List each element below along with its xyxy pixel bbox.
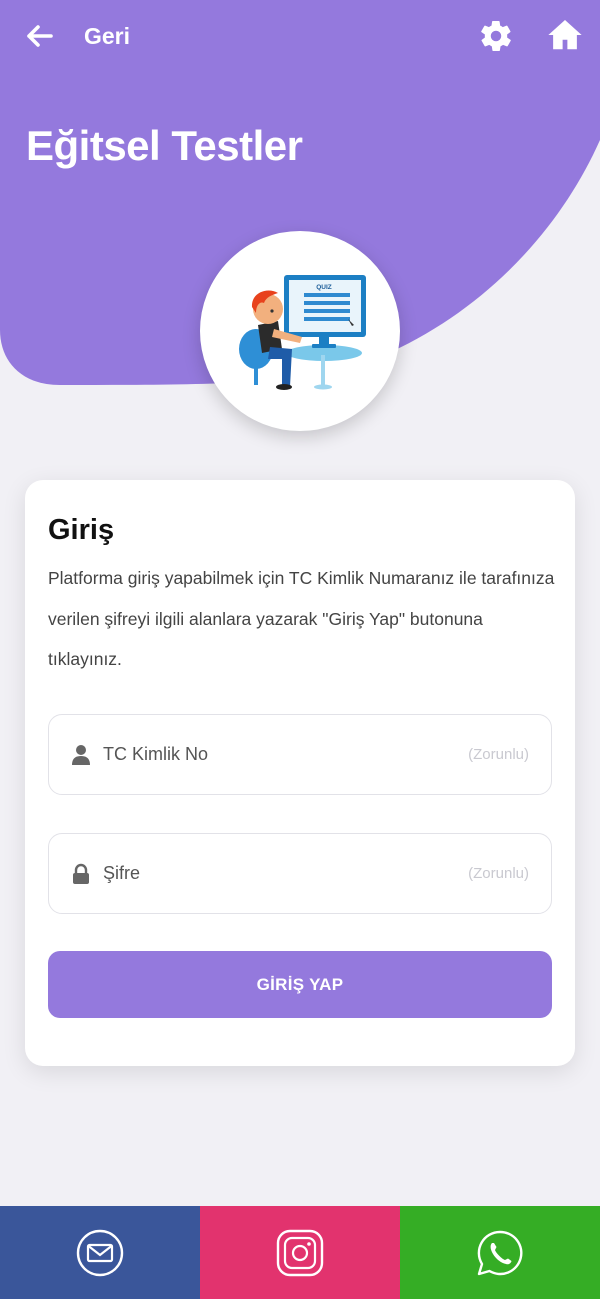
- tc-kimlik-field[interactable]: (Zorunlu): [48, 714, 552, 795]
- page-title: Eğitsel Testler: [26, 122, 303, 169]
- whatsapp-button[interactable]: [400, 1206, 600, 1299]
- login-description: Platforma giriş yapabilmek için TC Kimli…: [48, 568, 555, 669]
- mail-icon: [76, 1229, 124, 1276]
- home-button[interactable]: [546, 16, 584, 54]
- instagram-button[interactable]: [200, 1206, 400, 1299]
- footer-bar: [0, 1206, 600, 1299]
- login-title: Giriş: [48, 514, 115, 546]
- password-input[interactable]: [103, 853, 443, 894]
- quiz-student-illustration: QUIZ: [239, 275, 366, 390]
- top-bar: Geri: [0, 0, 600, 72]
- login-submit-button[interactable]: GİRİŞ YAP: [48, 951, 552, 1018]
- back-label: Geri: [84, 22, 131, 49]
- quiz-screen-label: QUIZ: [316, 284, 332, 291]
- tc-kimlik-input[interactable]: [103, 734, 443, 775]
- lock-icon: [73, 863, 89, 884]
- password-field[interactable]: (Zorunlu): [48, 833, 552, 914]
- mail-button[interactable]: [0, 1206, 200, 1299]
- arrow-left-icon: [27, 25, 53, 47]
- user-icon: [72, 744, 90, 765]
- settings-button[interactable]: [478, 18, 514, 54]
- hero-illustration: QUIZ: [200, 231, 400, 431]
- gear-icon: [481, 20, 511, 52]
- whatsapp-icon: [477, 1230, 523, 1275]
- login-card: Giriş Platforma giriş yapabilmek için TC…: [25, 480, 575, 1066]
- instagram-icon: [276, 1229, 324, 1276]
- back-button[interactable]: Geri: [24, 18, 130, 54]
- home-icon: [548, 19, 582, 50]
- password-required-label: (Zorunlu): [468, 865, 529, 882]
- tc-required-label: (Zorunlu): [468, 746, 529, 763]
